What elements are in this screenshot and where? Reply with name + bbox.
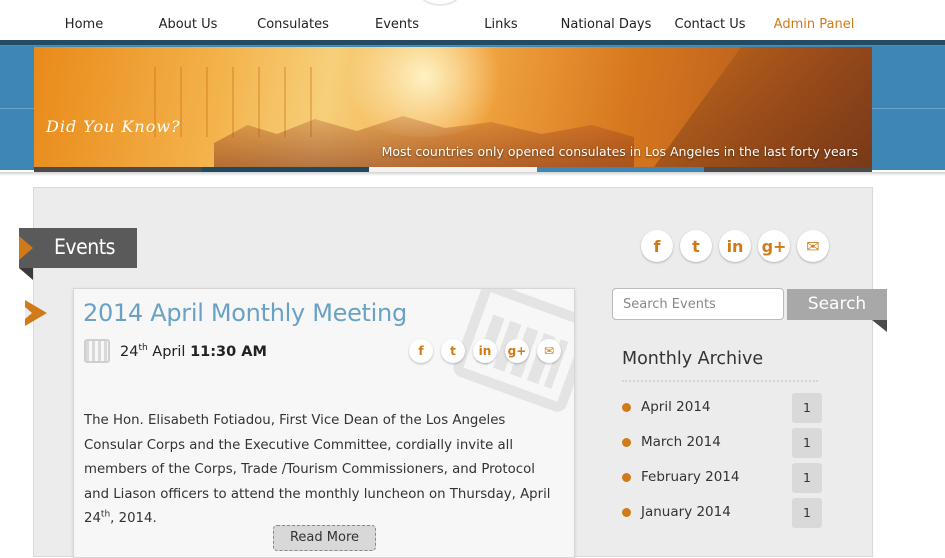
event-share-buttons: f t in g+ ✉ [409,339,561,363]
archive-divider [622,380,818,382]
event-date-day: 24 [120,343,139,360]
section-arrow-icon [19,236,33,260]
nav-national-days[interactable]: National Days [554,17,658,32]
email-icon[interactable]: ✉ [537,339,561,363]
event-description-text: The Hon. Elisabeth Fotiadou, First Vice … [84,413,551,526]
banner-caption: Most countries only opened consulates in… [381,144,858,159]
nav-consulates[interactable]: Consulates [241,17,345,32]
linkedin-icon[interactable]: in [719,230,751,262]
event-description-end: , 2014. [110,511,157,526]
bullet-icon [622,508,631,517]
archive-item-count: 1 [792,393,822,423]
banner-slide[interactable]: Did You Know? Most countries only opened… [34,47,872,167]
archive-item[interactable]: April 2014 1 [622,393,822,423]
calendar-icon [84,339,110,363]
facebook-icon[interactable]: f [641,230,673,262]
email-icon[interactable]: ✉ [797,230,829,262]
archive-item-label[interactable]: January 2014 [641,504,731,520]
banner-shadow [0,172,945,176]
event-card: 2014 April Monthly Meeting 24th April 11… [73,288,575,558]
event-time: 11:30 AM [190,343,267,360]
archive-item-label[interactable]: April 2014 [641,399,711,415]
event-description-sup: th [100,509,111,520]
monthly-archive-title: Monthly Archive [622,349,764,369]
archive-item-count: 1 [792,498,822,528]
bullet-icon [622,473,631,482]
archive-item[interactable]: March 2014 1 [622,428,822,458]
page-share-buttons: f t in g+ ✉ [641,230,829,262]
linkedin-icon[interactable]: in [473,339,497,363]
nav-about-us[interactable]: About Us [136,17,240,32]
archive-item-count: 1 [792,428,822,458]
archive-item[interactable]: February 2014 1 [622,463,822,493]
event-date-month: April [147,343,191,360]
facebook-icon[interactable]: f [409,339,433,363]
top-navigation: Home About Us Consulates Events Links Na… [0,0,945,40]
search-button[interactable]: Search [787,289,887,320]
nav-contact-us[interactable]: Contact Us [658,17,762,32]
nav-decoration [420,0,460,6]
google-plus-icon[interactable]: g+ [758,230,790,262]
bullet-icon [622,403,631,412]
google-plus-icon[interactable]: g+ [505,339,529,363]
twitter-icon[interactable]: t [680,230,712,262]
search-button-fold [872,320,887,332]
nav-events[interactable]: Events [345,17,449,32]
bullet-icon [622,438,631,447]
archive-item-label[interactable]: March 2014 [641,434,721,450]
search-events-input[interactable] [612,288,784,320]
twitter-icon[interactable]: t [441,339,465,363]
nav-home[interactable]: Home [32,17,136,32]
nav-links[interactable]: Links [449,17,553,32]
section-title: Events [54,235,115,259]
archive-item-count: 1 [792,463,822,493]
archive-item[interactable]: January 2014 1 [622,498,822,528]
read-more-button[interactable]: Read More [273,525,376,551]
event-description: The Hon. Elisabeth Fotiadou, First Vice … [84,409,554,532]
event-title[interactable]: 2014 April Monthly Meeting [83,299,407,327]
section-title-tab: Events [19,228,137,280]
card-marker-icon [25,300,47,326]
banner-heading: Did You Know? [46,117,181,136]
archive-item-label[interactable]: February 2014 [641,469,739,485]
event-date: 24th April 11:30 AM [120,343,267,360]
nav-admin-panel[interactable]: Admin Panel [762,17,866,32]
event-date-suffix: th [138,343,148,353]
section-fold [19,268,33,280]
